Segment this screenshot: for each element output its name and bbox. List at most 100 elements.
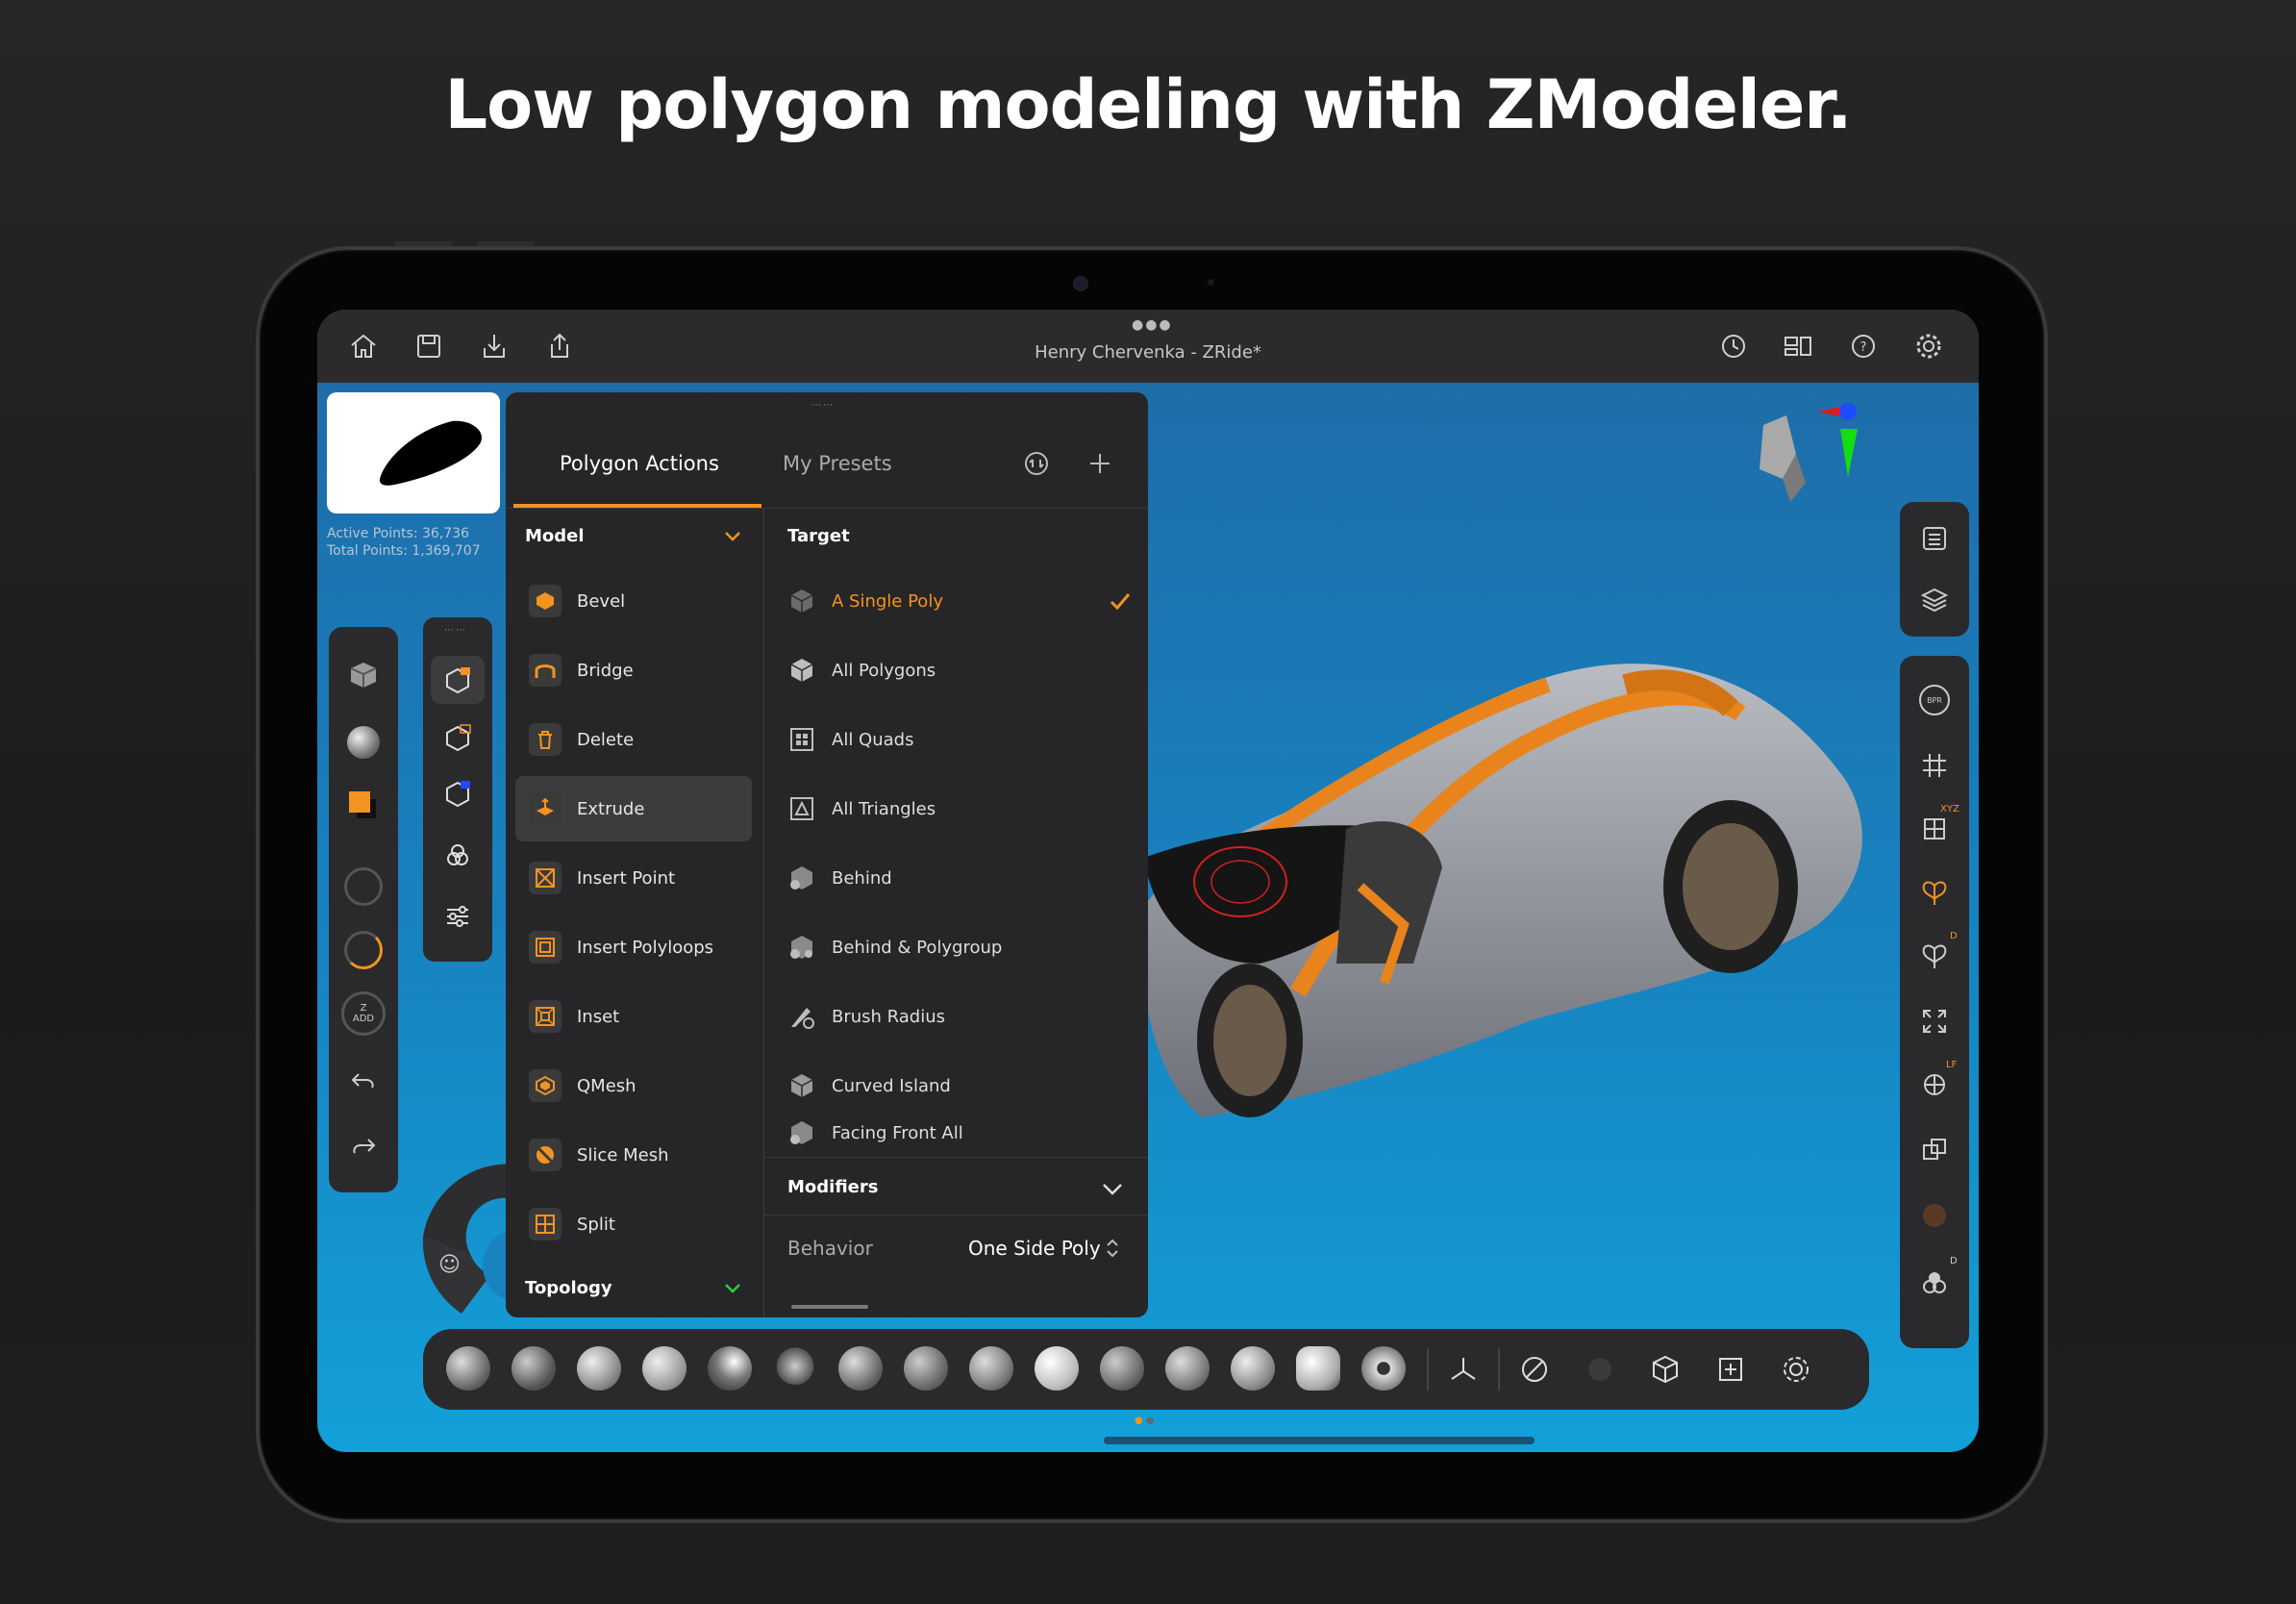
brush-icon[interactable] xyxy=(446,1346,490,1391)
action-insert-point[interactable]: Insert Point xyxy=(515,845,752,911)
page-dots: ● ● xyxy=(1135,1416,1155,1426)
texture-icon[interactable] xyxy=(1583,1352,1617,1391)
mask-icon[interactable] xyxy=(1517,1352,1552,1391)
transparency-icon[interactable] xyxy=(1900,1121,1969,1179)
more-icon[interactable]: ●●● xyxy=(1132,317,1173,333)
color-swatch-icon[interactable] xyxy=(329,777,398,835)
orientation-gizmo[interactable] xyxy=(1740,387,1875,579)
target-all-triangles[interactable]: All Triangles xyxy=(787,776,1134,841)
add-frame-icon[interactable] xyxy=(1713,1352,1748,1391)
cube-grid-icon xyxy=(790,589,813,613)
dynamic-icon[interactable] xyxy=(1779,1352,1813,1391)
help-icon[interactable]: ? xyxy=(1848,331,1879,362)
polygroup-icon[interactable] xyxy=(431,831,485,879)
symmetry-options-icon[interactable]: D xyxy=(1900,927,1969,985)
target-behind[interactable]: Behind xyxy=(787,845,1134,911)
tab-polygon-actions[interactable]: Polygon Actions xyxy=(560,452,719,475)
checkmark-icon xyxy=(1110,593,1131,611)
sync-icon[interactable] xyxy=(1023,450,1050,481)
tab-my-presets[interactable]: My Presets xyxy=(783,452,892,475)
material-sphere-icon[interactable] xyxy=(329,714,398,771)
brush-icon[interactable] xyxy=(773,1346,817,1391)
frame-icon[interactable] xyxy=(1900,737,1969,794)
model-thumbnail[interactable] xyxy=(327,392,500,514)
panel-tabs: Polygon Actions My Presets xyxy=(506,392,1148,509)
brush-icon[interactable] xyxy=(1361,1346,1406,1391)
solo-icon[interactable] xyxy=(1900,1187,1969,1244)
target-a-single-poly[interactable]: A Single Poly xyxy=(787,568,1134,634)
brush-icon[interactable] xyxy=(1231,1346,1275,1391)
layout-icon[interactable] xyxy=(1783,331,1813,362)
draw-size-icon[interactable] xyxy=(329,858,398,915)
behind-icon xyxy=(790,866,812,890)
action-qmesh[interactable]: QMesh xyxy=(515,1053,752,1118)
scroll-handle[interactable] xyxy=(791,1305,868,1309)
grid-xyz-icon[interactable]: XYZ xyxy=(1900,800,1969,858)
action-insert-polyloops[interactable]: Insert Polyloops xyxy=(515,915,752,980)
brush-icon[interactable] xyxy=(1100,1346,1144,1391)
right-toolbar-top xyxy=(1900,502,1969,637)
brush-icon[interactable] xyxy=(708,1346,752,1391)
cube-icon[interactable] xyxy=(329,646,398,704)
brush-icon[interactable] xyxy=(1035,1346,1079,1391)
brush-icon[interactable] xyxy=(969,1346,1013,1391)
intensity-icon[interactable] xyxy=(329,921,398,979)
brush-icon[interactable] xyxy=(512,1346,556,1391)
stepper-icon[interactable] xyxy=(1105,1237,1120,1260)
chevron-down-icon[interactable] xyxy=(723,526,742,549)
target-all-polygons[interactable]: All Polygons xyxy=(787,638,1134,703)
badge-lf: LF xyxy=(1946,1060,1958,1070)
split-icon xyxy=(529,1208,562,1241)
mesh-icon[interactable] xyxy=(1648,1352,1683,1391)
brush-icon[interactable] xyxy=(904,1346,948,1391)
redo-icon[interactable] xyxy=(329,1117,398,1175)
point-mode-icon[interactable] xyxy=(431,769,485,817)
model-section-header[interactable]: Model xyxy=(525,526,585,546)
polygon-mode-icon[interactable] xyxy=(431,656,485,704)
brush-icon[interactable] xyxy=(642,1346,686,1391)
brush-icon[interactable] xyxy=(838,1346,883,1391)
action-inset[interactable]: Inset xyxy=(515,984,752,1049)
action-slice-mesh[interactable]: Slice Mesh xyxy=(515,1122,752,1188)
drag-handle-icon[interactable]: ⋯⋯ xyxy=(444,625,467,636)
add-icon[interactable] xyxy=(1086,450,1113,481)
undo-icon[interactable] xyxy=(329,1052,398,1110)
lf-icon[interactable]: LF xyxy=(1900,1056,1969,1114)
badge-d2: D xyxy=(1950,1256,1958,1266)
left-toolbar: Z ADD xyxy=(329,627,398,1192)
behavior-value[interactable]: One Side Poly xyxy=(968,1237,1101,1260)
brush-icon[interactable] xyxy=(1296,1346,1340,1391)
target-brush-radius[interactable]: Brush Radius xyxy=(787,984,1134,1049)
brush-dock xyxy=(423,1329,1869,1410)
gizmo-icon[interactable] xyxy=(1446,1352,1481,1391)
action-bridge[interactable]: Bridge xyxy=(515,638,752,703)
expand-icon[interactable] xyxy=(1900,992,1969,1050)
z-add-icon[interactable]: Z ADD xyxy=(329,985,398,1042)
chevron-down-icon[interactable] xyxy=(723,1278,742,1301)
inset-icon xyxy=(529,1000,562,1033)
settings-icon[interactable] xyxy=(1913,331,1944,362)
polyframe-icon[interactable]: D xyxy=(1900,1254,1969,1312)
action-split[interactable]: Split xyxy=(515,1191,752,1257)
layers-icon[interactable] xyxy=(1900,571,1969,629)
action-bevel[interactable]: Bevel xyxy=(515,568,752,634)
target-section-header: Target xyxy=(787,526,850,546)
target-all-quads[interactable]: All Quads xyxy=(787,707,1134,772)
target-facing-front-all[interactable]: Facing Front All xyxy=(787,1109,1134,1157)
symmetry-icon[interactable] xyxy=(1900,864,1969,921)
action-delete[interactable]: Delete xyxy=(515,707,752,772)
points-stats: Active Points: 36,736 Total Points: 1,36… xyxy=(327,525,481,560)
topology-section-header[interactable]: Topology xyxy=(525,1278,612,1298)
action-extrude[interactable]: Extrude xyxy=(515,776,752,841)
car-model[interactable] xyxy=(1125,540,1979,1137)
target-behind-polygroup[interactable]: Behind & Polygroup xyxy=(787,915,1134,980)
brush-icon[interactable] xyxy=(577,1346,621,1391)
edge-mode-icon[interactable] xyxy=(431,714,485,762)
sliders-icon[interactable] xyxy=(431,892,485,940)
list-icon[interactable] xyxy=(1900,510,1969,567)
bpr-icon[interactable]: BPR xyxy=(1900,671,1969,729)
behavior-row[interactable]: Behavior One Side Poly xyxy=(764,1215,1148,1283)
history-icon[interactable] xyxy=(1717,331,1748,362)
modifiers-header[interactable]: Modifiers xyxy=(764,1157,1148,1216)
brush-icon[interactable] xyxy=(1165,1346,1210,1391)
